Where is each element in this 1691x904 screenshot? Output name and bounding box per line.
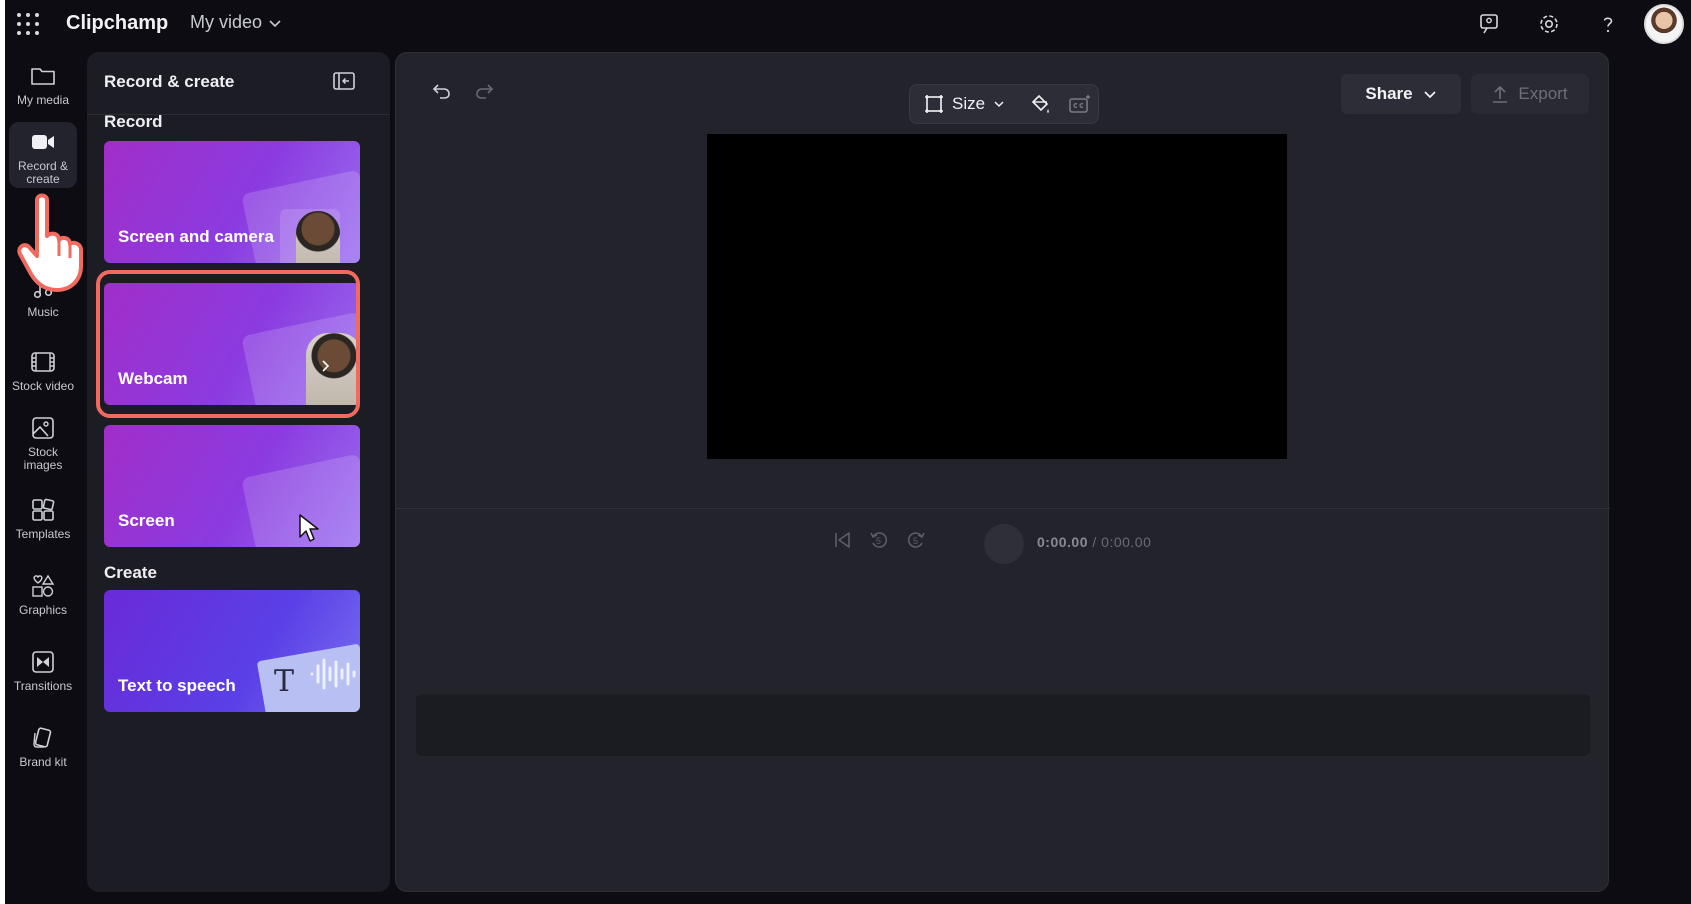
rail-item-transitions[interactable]: Transitions [9,648,77,706]
current-time: 0:00.00 [1037,534,1088,550]
canvas-toolbar: Size [909,84,1099,124]
film-strip-icon [31,352,55,372]
rail-label: Brand kit [19,755,67,769]
rail-label: Stock video [11,379,75,393]
screen-and-camera-card[interactable]: Screen and camera [104,141,360,263]
create-section-label: Create [104,563,157,582]
record-create-panel: Record & create Record Screen and camera… [87,52,390,892]
play-button[interactable] [984,524,1024,564]
presenter-thumbnail [296,211,340,263]
redo-button[interactable] [472,79,496,103]
background-fill-button[interactable] [1028,93,1052,117]
rail-label: Templates [15,527,71,541]
chevron-down-icon [1424,91,1436,99]
rail-item-stock-images[interactable]: Stock images [9,414,77,480]
rail-label: Record & create [17,159,69,186]
skip-to-start-button[interactable] [830,528,854,552]
presenter-thumbnail [306,333,360,405]
editor-divider [396,508,1610,509]
export-label: Export [1518,84,1568,103]
project-name-dropdown[interactable]: My video [190,12,282,33]
card-label: Webcam [118,369,188,388]
collapse-panel-icon [333,72,355,90]
shapes-icon [32,574,55,597]
panel-title: Record & create [104,72,235,91]
rail-item-graphics[interactable]: Graphics [9,572,77,630]
export-button[interactable]: Export [1471,74,1589,114]
chevron-down-icon [994,101,1004,108]
timecode: 0:00.00 / 0:00.00 [1037,534,1151,550]
transitions-icon [32,651,54,673]
mouse-pointer-icon [299,514,319,542]
rewind-5-button[interactable]: 5 [867,528,891,552]
avatar[interactable] [1644,4,1684,44]
upload-icon [1493,85,1508,103]
chevron-down-icon [269,19,281,27]
video-camera-icon [32,135,54,149]
clipchamp-app: Clipchamp My video My media Record & cre… [5,0,1691,904]
app-title: Clipchamp [66,12,169,34]
rail-item-record-create[interactable]: Record & create [9,122,77,188]
size-button[interactable]: Size [924,94,1005,114]
aspect-ratio-icon [925,95,943,113]
rail-label: My media [16,93,69,107]
rail-label: Music [27,305,59,319]
timeline-track[interactable] [416,694,1590,756]
record-section-label: Record [104,112,163,131]
skip-to-start-icon [835,532,850,548]
settings-icon[interactable] [1537,12,1561,36]
rail-item-templates[interactable]: Templates [9,496,77,554]
captions-icon [1069,95,1090,113]
rewind-seconds: 5 [876,536,882,546]
rail-item-brand-kit[interactable]: Brand kit [9,724,77,782]
app-launcher-icon[interactable] [17,13,39,35]
rail-item-stock-video[interactable]: Stock video [9,348,77,406]
video-preview[interactable] [707,134,1287,459]
forward-seconds: 5 [913,536,919,546]
rail-label: Graphics [18,603,68,617]
card-label: Screen [118,511,175,530]
rail-item-my-media[interactable]: My media [9,62,77,120]
text-glyph-icon: T [274,664,295,699]
collapse-panel-button[interactable] [331,69,357,93]
redo-icon [476,84,494,99]
share-label: Share [1365,84,1413,103]
paint-bucket-icon [1031,94,1049,113]
captions-button[interactable] [1068,93,1092,117]
size-label: Size [952,94,986,113]
feedback-icon[interactable] [1478,12,1502,36]
card-label: Text to speech [118,676,236,695]
text-to-speech-card[interactable]: T Text to speech [104,590,360,712]
brand-kit-icon [33,727,52,748]
waveform-icon [310,658,356,690]
folder-icon [31,68,55,85]
forward-5-button[interactable]: 5 [904,528,928,552]
rail-label: Transitions [13,679,73,693]
undo-icon [432,84,450,99]
image-icon [32,417,54,439]
screen-card[interactable]: Screen [104,425,360,547]
card-label: Screen and camera [118,227,274,246]
webcam-card[interactable]: Webcam [104,283,360,405]
pointer-hand-icon [17,193,83,292]
editor-area: Size Share Export 5 5 0:00.00 / 0:00.00 [395,52,1610,892]
rail-label: Stock images [23,445,63,472]
undo-button[interactable] [430,79,454,103]
share-button[interactable]: Share [1341,74,1461,114]
top-bar: Clipchamp My video [5,0,1691,48]
templates-icon [32,498,55,521]
playback-controls: 5 5 0:00.00 / 0:00.00 [396,519,1610,564]
help-icon[interactable] [1596,12,1620,36]
chevron-right-icon [322,360,330,372]
project-name: My video [190,12,263,32]
total-time: / 0:00.00 [1092,534,1152,550]
left-nav-rail: My media Record & create Music Stock vid… [5,52,83,904]
